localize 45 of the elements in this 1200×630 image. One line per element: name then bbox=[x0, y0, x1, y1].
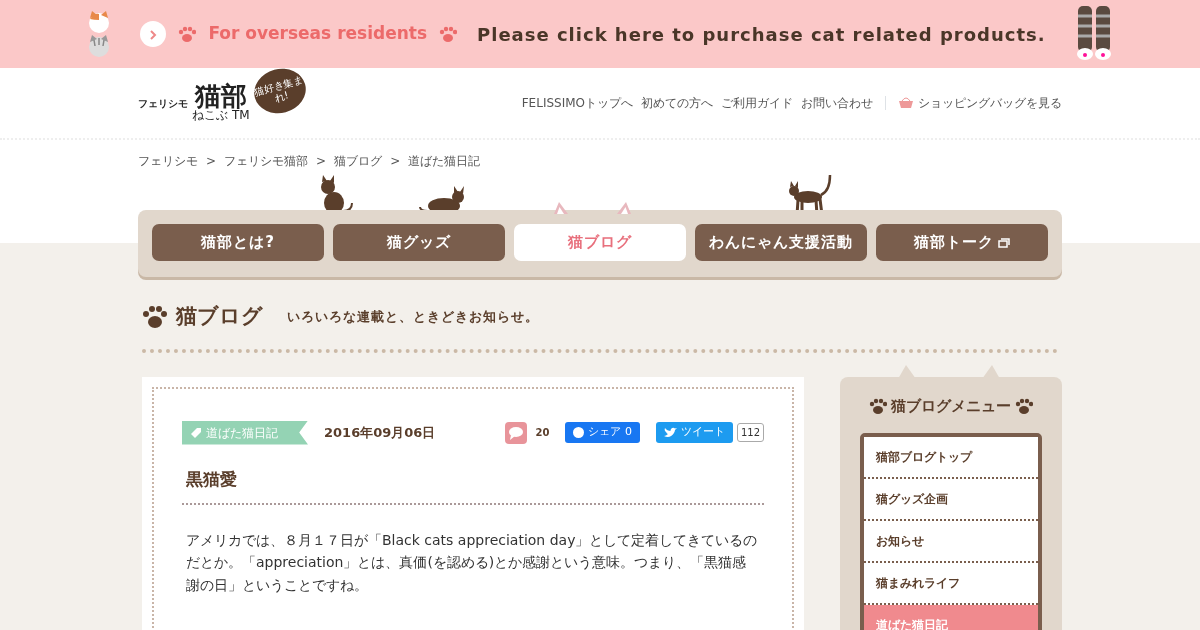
trademark: TM bbox=[232, 109, 250, 123]
paw-icon bbox=[869, 397, 887, 414]
logo-name: 猫部 bbox=[194, 83, 247, 110]
bag-link[interactable]: ショッピングバッグを見る bbox=[898, 94, 1062, 112]
tag-icon bbox=[190, 426, 202, 439]
breadcrumb-link[interactable]: フェリシモ猫部 bbox=[224, 152, 309, 170]
breadcrumb-link[interactable]: 猫ブログ bbox=[334, 152, 383, 170]
next-button[interactable] bbox=[140, 21, 167, 47]
post-date: 2016年09月06日 bbox=[324, 423, 436, 442]
ear-icon bbox=[554, 202, 568, 214]
banner-tag: For overseas residents bbox=[208, 21, 428, 47]
bird-icon bbox=[663, 426, 677, 438]
header-link[interactable]: お問い合わせ bbox=[801, 94, 873, 112]
breadcrumb-link[interactable]: フェリシモ bbox=[138, 152, 198, 170]
breadcrumb-separator: > bbox=[390, 153, 401, 170]
nav-tab[interactable]: 猫部トーク bbox=[876, 224, 1048, 261]
breadcrumb-separator: > bbox=[316, 153, 327, 170]
section-subtitle: いろいろな連載と、ときどきお知らせ。 bbox=[287, 308, 539, 326]
logo-brand: フェリシモ bbox=[138, 96, 188, 111]
chevron-icon bbox=[149, 30, 158, 40]
paw-icon bbox=[178, 26, 197, 42]
breadcrumb-link[interactable]: 道ばた猫日記 bbox=[408, 152, 481, 170]
nav-tab[interactable]: 猫グッズ bbox=[333, 224, 505, 261]
paw-icon bbox=[142, 304, 168, 329]
nav-tab[interactable]: わんにゃん支援活動 bbox=[695, 224, 867, 261]
speech-bubble-icon bbox=[505, 421, 528, 444]
section-title: 猫ブログ bbox=[176, 303, 263, 330]
paw-icon bbox=[1015, 397, 1033, 414]
ear-icon bbox=[617, 202, 631, 214]
logo-reading: ねこぶ bbox=[192, 109, 228, 123]
header-link[interactable]: 初めての方へ bbox=[641, 94, 713, 112]
comment-count: 20 bbox=[535, 426, 550, 440]
tweet-count: 112 bbox=[736, 423, 764, 442]
share-button[interactable]: シェア 0 bbox=[565, 422, 640, 443]
paw-icon bbox=[439, 26, 458, 42]
nav-tab[interactable]: 猫部とは? bbox=[152, 224, 324, 261]
post-body: アメリカでは、８月１７日が「Black cats appreciation day」として定着してきているのだとか。「appreciation」とは、真価(を認める)とか感謝という意味。つまり、「黒猫感謝の日」ということですね。 bbox=[185, 530, 759, 595]
sidebar-title: 猫ブログメニュー bbox=[891, 395, 1011, 417]
header-link[interactable]: ご利用ガイド bbox=[721, 94, 793, 112]
sidebar-item[interactable]: 猫部ブログトップ bbox=[864, 437, 1038, 479]
banner-link[interactable]: Please click here to purchase cat related products. bbox=[477, 20, 1046, 48]
breadcrumb-separator: > bbox=[206, 153, 217, 170]
basket-icon bbox=[898, 97, 914, 109]
header-link[interactable]: FELISSIMOトップへ bbox=[521, 94, 633, 112]
post-title: 黒猫愛 bbox=[182, 468, 764, 505]
